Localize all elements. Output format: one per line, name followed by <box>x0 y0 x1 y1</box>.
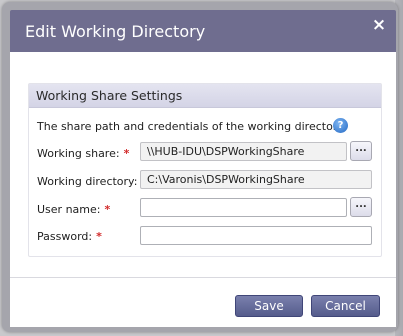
user-name-input[interactable] <box>140 198 347 217</box>
working-share-settings-group: Working Share Settings The share path an… <box>28 83 382 257</box>
dialog-content: Working Share Settings The share path an… <box>10 52 396 277</box>
help-icon[interactable]: ? <box>333 118 348 133</box>
edit-working-directory-dialog: Edit Working Directory × Working Share S… <box>2 2 398 332</box>
group-description: The share path and credentials of the wo… <box>37 120 344 133</box>
password-input[interactable] <box>140 226 372 245</box>
group-header: Working Share Settings <box>29 84 381 108</box>
required-mark: * <box>123 147 130 160</box>
user-name-label-text: User name: <box>37 203 101 216</box>
user-name-browse-button[interactable]: ... <box>350 197 372 217</box>
required-mark: * <box>104 203 111 216</box>
working-share-input[interactable]: \\HUB-IDU\DSPWorkingShare <box>140 142 347 161</box>
save-button[interactable]: Save <box>235 295 303 317</box>
password-label-text: Password: <box>37 230 93 243</box>
close-icon[interactable]: × <box>371 16 387 34</box>
password-label: Password: * <box>37 230 102 243</box>
dialog-footer: Save Cancel <box>10 277 396 327</box>
dialog-title: Edit Working Directory <box>25 22 206 41</box>
working-directory-label: Working directory: <box>37 175 138 188</box>
working-share-label: Working share: * <box>37 147 129 160</box>
user-name-label: User name: * <box>37 203 110 216</box>
working-share-label-text: Working share: <box>37 147 120 160</box>
dialog-title-bar: Edit Working Directory × <box>10 10 396 52</box>
required-mark: * <box>96 230 102 243</box>
cancel-button[interactable]: Cancel <box>311 295 380 317</box>
group-title: Working Share Settings <box>36 88 183 103</box>
working-directory-input[interactable]: C:\Varonis\DSPWorkingShare <box>140 170 372 189</box>
working-share-browse-button[interactable]: ... <box>350 141 372 161</box>
